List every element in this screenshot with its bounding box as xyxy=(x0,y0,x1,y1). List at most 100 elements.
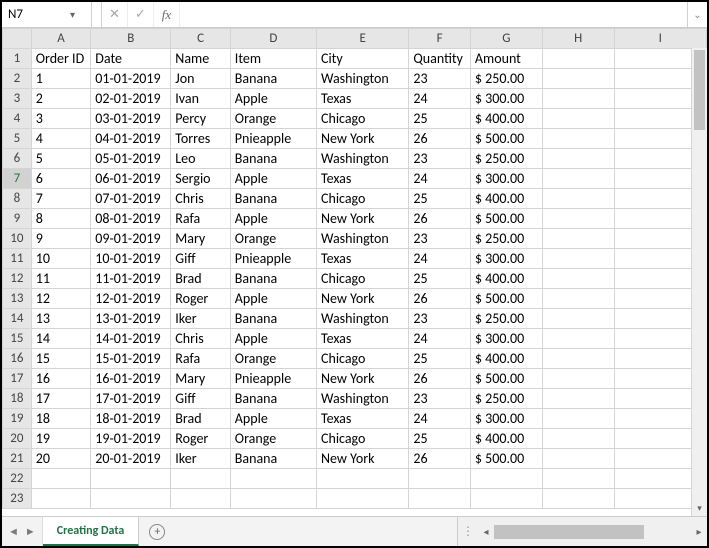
cell[interactable] xyxy=(542,349,614,369)
row-header[interactable]: 4 xyxy=(3,109,32,129)
cell[interactable] xyxy=(542,449,614,469)
cell[interactable]: $ 300.00 xyxy=(470,249,542,269)
cell[interactable]: Quantity xyxy=(409,49,471,69)
cell[interactable]: Chris xyxy=(171,189,231,209)
cell[interactable]: 18 xyxy=(31,409,91,429)
cell[interactable]: $ 250.00 xyxy=(470,309,542,329)
column-header-A[interactable]: A xyxy=(31,29,91,49)
cell[interactable]: Apple xyxy=(230,409,316,429)
cell[interactable]: Apple xyxy=(230,289,316,309)
cell[interactable]: 2 xyxy=(31,89,91,109)
cell[interactable]: Texas xyxy=(317,249,409,269)
cell[interactable]: 6 xyxy=(31,169,91,189)
cell[interactable] xyxy=(317,469,409,489)
cell[interactable]: Iker xyxy=(171,449,231,469)
cell[interactable]: Name xyxy=(171,49,231,69)
cell[interactable]: 26 xyxy=(409,369,471,389)
cell[interactable]: Date xyxy=(91,49,171,69)
cell[interactable]: 01-01-2019 xyxy=(91,69,171,89)
cell[interactable]: 03-01-2019 xyxy=(91,109,171,129)
horizontal-scrollbar[interactable]: ⋮ ◂ ▸ xyxy=(457,517,707,546)
cell[interactable]: Amount xyxy=(470,49,542,69)
expand-formula-bar-icon[interactable]: ⌄ xyxy=(687,2,707,27)
cell[interactable]: $ 250.00 xyxy=(470,389,542,409)
cell[interactable]: Chicago xyxy=(317,429,409,449)
row-header[interactable]: 7 xyxy=(3,169,32,189)
cell[interactable]: Washington xyxy=(317,389,409,409)
cell[interactable] xyxy=(470,489,542,509)
cell[interactable]: Order ID xyxy=(31,49,91,69)
column-header-D[interactable]: D xyxy=(230,29,316,49)
cell[interactable]: Chicago xyxy=(317,349,409,369)
cell[interactable]: Mary xyxy=(171,369,231,389)
row-header[interactable]: 10 xyxy=(3,229,32,249)
cell[interactable]: Banana xyxy=(230,309,316,329)
cell[interactable]: 12 xyxy=(31,289,91,309)
cell[interactable]: Banana xyxy=(230,149,316,169)
cell[interactable] xyxy=(542,109,614,129)
cell[interactable] xyxy=(542,309,614,329)
cell[interactable]: New York xyxy=(317,369,409,389)
cell[interactable] xyxy=(542,269,614,289)
cell[interactable] xyxy=(230,469,316,489)
cell[interactable]: 24 xyxy=(409,89,471,109)
cell[interactable]: 25 xyxy=(409,349,471,369)
cell[interactable] xyxy=(171,469,231,489)
cell[interactable]: 26 xyxy=(409,289,471,309)
cell[interactable]: Rafa xyxy=(171,209,231,229)
cell[interactable]: 23 xyxy=(409,309,471,329)
cell[interactable]: 11 xyxy=(31,269,91,289)
scroll-down-icon[interactable]: ▾ xyxy=(692,500,707,516)
cell[interactable]: $ 400.00 xyxy=(470,269,542,289)
cell[interactable] xyxy=(542,69,614,89)
cell[interactable]: Banana xyxy=(230,389,316,409)
row-header[interactable]: 20 xyxy=(3,429,32,449)
cell[interactable]: Banana xyxy=(230,69,316,89)
cell[interactable] xyxy=(542,289,614,309)
name-box-dropdown-icon[interactable]: ▾ xyxy=(66,8,79,21)
cell[interactable] xyxy=(542,209,614,229)
cell[interactable]: 24 xyxy=(409,249,471,269)
cell[interactable]: 17 xyxy=(31,389,91,409)
cell[interactable]: 07-01-2019 xyxy=(91,189,171,209)
cell[interactable]: Sergio xyxy=(171,169,231,189)
cell[interactable] xyxy=(470,469,542,489)
cell[interactable]: 25 xyxy=(409,269,471,289)
cell[interactable]: Brad xyxy=(171,409,231,429)
cell[interactable]: 18-01-2019 xyxy=(91,409,171,429)
cell[interactable]: 08-01-2019 xyxy=(91,209,171,229)
cell[interactable]: $ 250.00 xyxy=(470,149,542,169)
cell[interactable]: Leo xyxy=(171,149,231,169)
cell[interactable]: 24 xyxy=(409,409,471,429)
cell[interactable]: Apple xyxy=(230,89,316,109)
row-header[interactable]: 14 xyxy=(3,309,32,329)
cell[interactable]: Texas xyxy=(317,329,409,349)
column-header-E[interactable]: E xyxy=(317,29,409,49)
cell[interactable]: 10-01-2019 xyxy=(91,249,171,269)
vertical-scroll-thumb[interactable] xyxy=(694,50,705,130)
cell[interactable]: 25 xyxy=(409,189,471,209)
cell[interactable]: 10 xyxy=(31,249,91,269)
tab-nav-prev-icon[interactable]: ◄ xyxy=(8,525,19,538)
cell[interactable]: Washington xyxy=(317,229,409,249)
cell[interactable]: 05-01-2019 xyxy=(91,149,171,169)
cell[interactable] xyxy=(542,489,614,509)
cell[interactable]: $ 500.00 xyxy=(470,369,542,389)
cell[interactable] xyxy=(542,329,614,349)
cell[interactable] xyxy=(230,489,316,509)
cell[interactable]: 23 xyxy=(409,229,471,249)
row-header[interactable]: 19 xyxy=(3,409,32,429)
cell[interactable] xyxy=(542,249,614,269)
cell[interactable] xyxy=(542,409,614,429)
cell[interactable]: Pnieapple xyxy=(230,249,316,269)
cell[interactable]: 3 xyxy=(31,109,91,129)
row-header[interactable]: 9 xyxy=(3,209,32,229)
column-header-F[interactable]: F xyxy=(409,29,471,49)
cell[interactable] xyxy=(542,229,614,249)
cell[interactable]: Giff xyxy=(171,249,231,269)
cell[interactable]: Banana xyxy=(230,269,316,289)
cell[interactable]: 19 xyxy=(31,429,91,449)
cell[interactable]: $ 500.00 xyxy=(470,449,542,469)
scroll-left-icon[interactable]: ◂ xyxy=(478,525,494,538)
row-header[interactable]: 3 xyxy=(3,89,32,109)
